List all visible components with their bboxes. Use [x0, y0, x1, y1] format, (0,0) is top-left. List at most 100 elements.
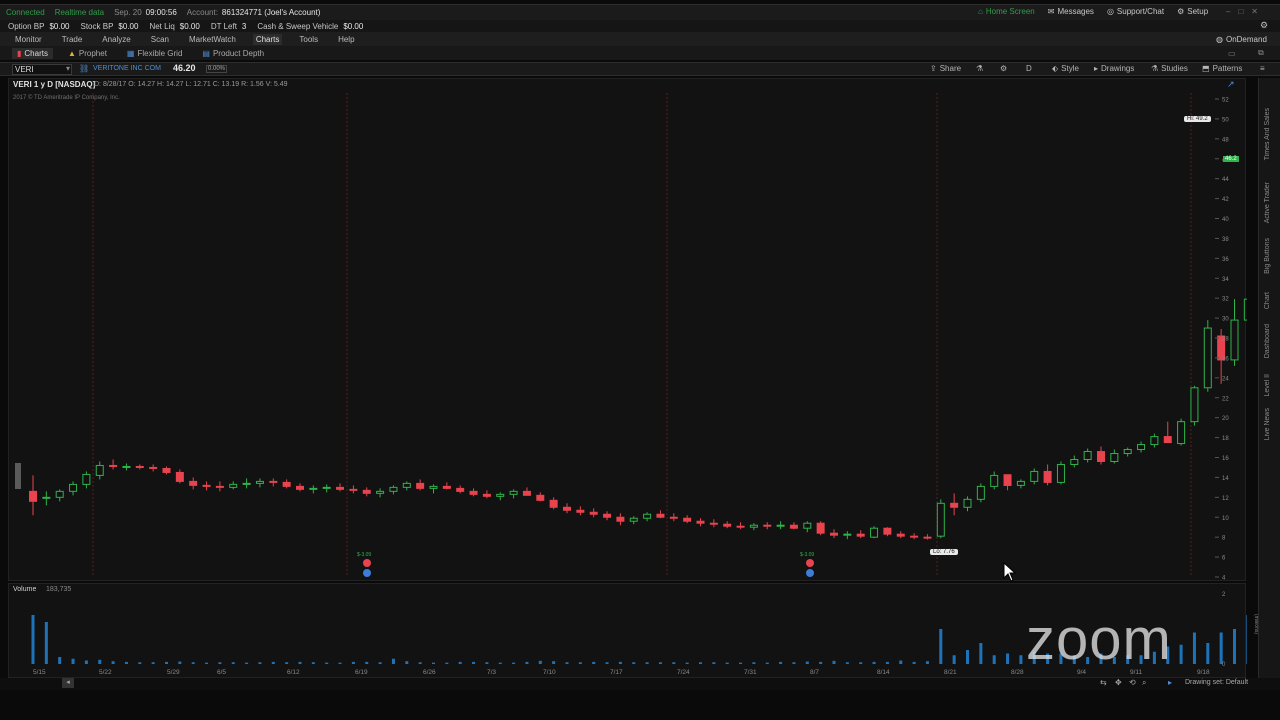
- main-menu: Monitor Trade Analyze Scan MarketWatch C…: [0, 32, 1280, 46]
- sidebar-big-buttons[interactable]: Big Buttons: [1264, 238, 1271, 274]
- sidebar-dashboard[interactable]: Dashboard: [1264, 324, 1271, 358]
- symbol-link-icon[interactable]: ⛓: [79, 64, 89, 73]
- scroll-left-button[interactable]: ◂: [62, 678, 74, 688]
- cursor-icon: ▸: [1094, 64, 1099, 73]
- studies-button[interactable]: ⚗ Studies: [1151, 64, 1188, 73]
- last-price-tag: 46.2: [1223, 156, 1239, 162]
- sidebar-times-and-sales[interactable]: Times And Sales: [1264, 108, 1271, 160]
- magnifier-icon[interactable]: ⌕: [1142, 678, 1146, 688]
- pan-icon[interactable]: ✥: [1115, 678, 1122, 687]
- reset-icon[interactable]: ⟲: [1129, 678, 1136, 687]
- window-layout-icon[interactable]: ▭: [1228, 49, 1236, 58]
- home-screen-link[interactable]: ⌂ Home Screen: [978, 7, 1035, 16]
- cash-sweep-label: Cash & Sweep Vehicle: [257, 21, 339, 31]
- style-button[interactable]: ⬖ Style: [1052, 64, 1079, 73]
- candle-body: [1177, 421, 1186, 445]
- drawings-button[interactable]: ▸ Drawings: [1094, 64, 1134, 73]
- candle-body: [349, 488, 358, 491]
- candle-body: [402, 482, 411, 488]
- volume-bar: [899, 660, 903, 664]
- volume-bar: [805, 661, 809, 664]
- candle: [376, 488, 385, 498]
- volume-bar: [618, 661, 622, 664]
- subtab-flexible-grid[interactable]: ▦ Flexible Grid: [122, 48, 187, 59]
- menu-marketwatch[interactable]: MarketWatch: [186, 34, 239, 45]
- price-chart[interactable]: 4 6 8 10 12 14 16 18 20 22 24 26 28 30 32 34 36 38 40 42 44 4…: [8, 78, 1247, 582]
- symbol-dropdown-icon[interactable]: ▾: [66, 64, 70, 73]
- sidebar-active-trader[interactable]: Active Trader: [1264, 182, 1271, 223]
- y-tick-label: 30: [1222, 317, 1229, 323]
- candle: [175, 469, 184, 484]
- subtab-charts[interactable]: ▮ Charts: [12, 47, 53, 59]
- candle: [82, 471, 91, 489]
- scroll-handle[interactable]: [15, 463, 21, 489]
- candle-body: [536, 494, 545, 501]
- y-tick-label: 50: [1222, 117, 1229, 123]
- menu-icon[interactable]: ≡: [1260, 64, 1265, 73]
- menu-help[interactable]: Help: [335, 34, 357, 45]
- sidebar-live-news[interactable]: Live News: [1264, 408, 1271, 440]
- account-selector[interactable]: 861324771 (Joel's Account): [222, 8, 320, 17]
- sidebar-chart[interactable]: Chart: [1264, 292, 1271, 309]
- messages-link[interactable]: ✉ Messages: [1048, 7, 1094, 16]
- candle-body: [936, 502, 945, 537]
- drawing-set-label[interactable]: Drawing set: Default: [1185, 679, 1248, 686]
- candle: [469, 488, 478, 497]
- candle: [242, 478, 251, 489]
- menu-monitor[interactable]: Monitor: [12, 34, 45, 45]
- candle: [135, 464, 144, 470]
- price-chart-svg[interactable]: 4 6 8 10 12 14 16 18 20 22 24 26 28 30 32 34 36 38 40 42 44 4…: [9, 79, 1247, 582]
- candle: [1097, 446, 1105, 465]
- menu-analyze[interactable]: Analyze: [99, 34, 133, 45]
- flask-icon[interactable]: ⚗: [976, 64, 983, 73]
- candle: [709, 519, 718, 528]
- volume-bar: [418, 662, 422, 664]
- setup-link[interactable]: ⚙ Setup: [1177, 7, 1208, 16]
- settings-gear-icon[interactable]: ⚙: [1260, 20, 1268, 31]
- expand-chart-icon[interactable]: ↗: [1227, 79, 1235, 90]
- y-tick-label: 24: [1222, 376, 1229, 382]
- y-tick-label: 44: [1222, 177, 1229, 183]
- subtab-product-depth[interactable]: ▤ Product Depth: [197, 48, 269, 59]
- menu-charts[interactable]: Charts: [252, 33, 283, 45]
- candle-body: [603, 513, 612, 518]
- candle-body: [95, 464, 104, 476]
- x-tick-label: 8/14: [877, 669, 890, 676]
- volume-bar: [325, 662, 329, 664]
- on-demand-button[interactable]: ◍ OnDemand: [1216, 35, 1267, 44]
- candle: [416, 479, 425, 491]
- drawing-cursor-icon[interactable]: ▸: [1168, 678, 1172, 687]
- chart-settings-icon[interactable]: ⚙: [1000, 64, 1007, 73]
- close-button[interactable]: ✕: [1251, 7, 1258, 16]
- minimize-button[interactable]: –: [1226, 7, 1230, 16]
- candle-body: [282, 481, 291, 487]
- candle: [389, 485, 398, 495]
- candle-body: [442, 485, 451, 489]
- volume-bar: [44, 622, 48, 664]
- volume-bar: [445, 662, 449, 664]
- y-tick-label: 48: [1222, 137, 1229, 143]
- candle: [269, 478, 278, 487]
- subtab-prophet[interactable]: ▲ Prophet: [63, 48, 112, 59]
- realtime-status: Realtime data: [54, 8, 105, 17]
- menu-scan[interactable]: Scan: [148, 34, 172, 45]
- menu-tools[interactable]: Tools: [296, 34, 321, 45]
- aggregation-button[interactable]: D: [1026, 64, 1032, 73]
- candle: [456, 485, 465, 494]
- maximize-button[interactable]: □: [1238, 7, 1243, 16]
- support-chat-link[interactable]: ◎ Support/Chat: [1107, 7, 1164, 16]
- volume-bar: [925, 661, 929, 664]
- menu-trade[interactable]: Trade: [59, 34, 86, 45]
- zoom-arrows-icon[interactable]: ⇆: [1100, 678, 1107, 687]
- share-button[interactable]: ⇪ Share: [930, 64, 961, 73]
- candle: [1150, 433, 1159, 448]
- patterns-button[interactable]: ⬒ Patterns: [1202, 64, 1242, 73]
- candle-body: [1190, 387, 1199, 423]
- candle-body: [976, 485, 985, 500]
- symbol-input[interactable]: [12, 64, 72, 75]
- dividend-marker: [806, 569, 814, 577]
- candle: [1137, 441, 1146, 453]
- candle-body: [1203, 327, 1212, 389]
- sidebar-level-ii[interactable]: Level II: [1264, 374, 1271, 397]
- link-icon[interactable]: ⧉: [1258, 48, 1264, 58]
